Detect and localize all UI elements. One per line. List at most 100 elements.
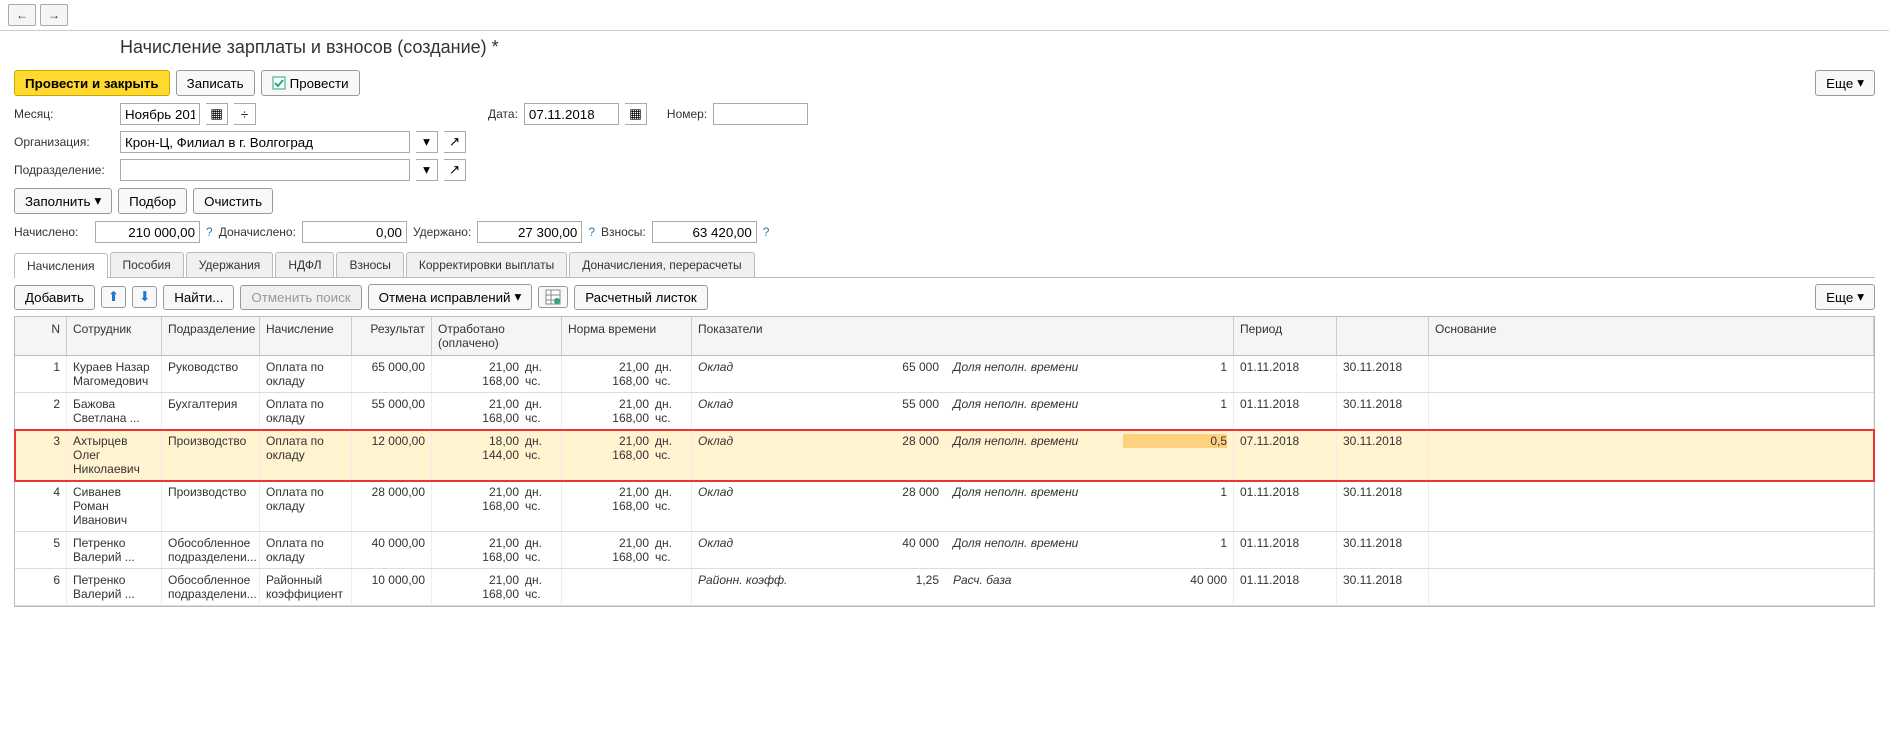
cancel-find-button: Отменить поиск [240, 285, 361, 310]
help-icon[interactable]: ? [763, 225, 770, 239]
cell-worked: 21,00дн.168,00чс. [432, 532, 562, 568]
month-input[interactable] [120, 103, 200, 125]
col-indicators[interactable]: Показатели [692, 317, 1234, 355]
save-button[interactable]: Записать [176, 70, 255, 96]
number-input[interactable] [713, 103, 808, 125]
grid-icon [545, 289, 561, 305]
post-button[interactable]: Провести [261, 70, 360, 96]
col-period-end[interactable] [1337, 317, 1429, 355]
cell-dept: Обособленное подразделени... [162, 569, 260, 605]
col-worked[interactable]: Отработано (оплачено) [432, 317, 562, 355]
table-row[interactable]: 1Кураев Назар МагомедовичРуководствоОпла… [15, 356, 1874, 393]
cell-accrual: Оплата по окладу [260, 532, 352, 568]
withheld-label: Удержано: [413, 225, 471, 239]
nav-forward-button[interactable]: → [40, 4, 68, 26]
tab-2[interactable]: Удержания [186, 252, 274, 277]
month-calendar-button[interactable]: ▦ [206, 103, 228, 125]
table-row[interactable]: 6Петренко Валерий ...Обособленное подраз… [15, 569, 1874, 606]
chevron-down-icon: ▾ [94, 193, 101, 209]
cell-indicators: Районн. коэфф.1,25Расч. база40 000 [692, 569, 1234, 605]
col-employee[interactable]: Сотрудник [67, 317, 162, 355]
cell-accrual: Оплата по окладу [260, 430, 352, 480]
cell-employee: Бажова Светлана ... [67, 393, 162, 429]
table-row[interactable]: 5Петренко Валерий ...Обособленное подраз… [15, 532, 1874, 569]
org-open-button[interactable]: ↗ [444, 131, 466, 153]
tab-4[interactable]: Взносы [336, 252, 403, 277]
page-title: Начисление зарплаты и взносов (создание)… [0, 31, 1889, 66]
col-result[interactable]: Результат [352, 317, 432, 355]
clear-button[interactable]: Очистить [193, 188, 273, 214]
move-up-button[interactable]: ⬆ [101, 286, 126, 308]
col-period[interactable]: Период [1234, 317, 1337, 355]
cell-dept: Обособленное подразделени... [162, 532, 260, 568]
col-department[interactable]: Подразделение [162, 317, 260, 355]
date-calendar-button[interactable]: ▦ [625, 103, 647, 125]
accruals-grid: N Сотрудник Подразделение Начисление Рез… [14, 316, 1875, 607]
grid-settings-button[interactable] [538, 286, 568, 308]
dept-label: Подразделение: [14, 163, 114, 177]
cell-n: 6 [15, 569, 67, 605]
col-norm[interactable]: Норма времени [562, 317, 692, 355]
cell-period-end: 30.11.2018 [1337, 356, 1429, 392]
extra-value[interactable] [302, 221, 407, 243]
cell-norm: 21,00дн.168,00чс. [562, 430, 692, 480]
cell-norm: 21,00дн.168,00чс. [562, 481, 692, 531]
dept-dropdown-button[interactable]: ▾ [416, 159, 438, 181]
dept-input[interactable] [120, 159, 410, 181]
chevron-down-icon: ▾ [514, 289, 521, 305]
tabs: НачисленияПособияУдержанияНДФЛВзносыКорр… [14, 252, 1875, 278]
extra-label: Доначислено: [219, 225, 296, 239]
cancel-corrections-button[interactable]: Отмена исправлений ▾ [368, 284, 533, 310]
cell-period-end: 30.11.2018 [1337, 532, 1429, 568]
table-row[interactable]: 2Бажова Светлана ...БухгалтерияОплата по… [15, 393, 1874, 430]
cell-employee: Петренко Валерий ... [67, 532, 162, 568]
date-label: Дата: [488, 107, 518, 121]
add-button[interactable]: Добавить [14, 285, 95, 310]
post-close-button[interactable]: Провести и закрыть [14, 70, 170, 96]
org-dropdown-button[interactable]: ▾ [416, 131, 438, 153]
tab-6[interactable]: Доначисления, перерасчеты [569, 252, 754, 277]
table-row[interactable]: 3Ахтырцев Олег НиколаевичПроизводствоОпл… [15, 430, 1874, 481]
tab-1[interactable]: Пособия [110, 252, 184, 277]
date-input[interactable] [524, 103, 619, 125]
org-input[interactable] [120, 131, 410, 153]
chevron-down-icon: ▾ [1857, 75, 1864, 91]
col-basis[interactable]: Основание [1429, 317, 1874, 355]
cell-basis [1429, 569, 1874, 605]
payslip-button[interactable]: Расчетный листок [574, 285, 708, 310]
cell-norm: 21,00дн.168,00чс. [562, 532, 692, 568]
contrib-value[interactable] [652, 221, 757, 243]
org-label: Организация: [14, 135, 114, 149]
month-stepper-button[interactable]: ÷ [234, 103, 256, 125]
table-row[interactable]: 4Сиванев Роман ИвановичПроизводствоОплат… [15, 481, 1874, 532]
pick-button[interactable]: Подбор [118, 188, 187, 214]
stepper-icon: ÷ [241, 107, 248, 122]
col-n[interactable]: N [15, 317, 67, 355]
tab-5[interactable]: Корректировки выплаты [406, 252, 567, 277]
calendar-icon: ▦ [629, 106, 642, 121]
move-down-button[interactable]: ⬇ [132, 286, 157, 308]
cell-basis [1429, 356, 1874, 392]
cell-basis [1429, 430, 1874, 480]
cell-employee: Ахтырцев Олег Николаевич [67, 430, 162, 480]
accrued-value[interactable] [95, 221, 200, 243]
more-button-top[interactable]: Еще ▾ [1815, 70, 1875, 96]
withheld-value[interactable] [477, 221, 582, 243]
tab-0[interactable]: Начисления [14, 253, 108, 278]
cell-employee: Сиванев Роман Иванович [67, 481, 162, 531]
cell-period-start: 07.11.2018 [1234, 430, 1337, 480]
tab-3[interactable]: НДФЛ [275, 252, 334, 277]
open-icon: ↗ [449, 134, 460, 149]
col-accrual[interactable]: Начисление [260, 317, 352, 355]
find-button[interactable]: Найти... [163, 285, 234, 310]
cell-employee: Кураев Назар Магомедович [67, 356, 162, 392]
dept-open-button[interactable]: ↗ [444, 159, 466, 181]
calendar-icon: ▦ [210, 106, 223, 121]
nav-back-button[interactable]: ← [8, 4, 36, 26]
cell-n: 4 [15, 481, 67, 531]
cell-n: 3 [15, 430, 67, 480]
fill-button[interactable]: Заполнить ▾ [14, 188, 112, 214]
more-button-grid[interactable]: Еще ▾ [1815, 284, 1875, 310]
help-icon[interactable]: ? [206, 225, 213, 239]
help-icon[interactable]: ? [588, 225, 595, 239]
